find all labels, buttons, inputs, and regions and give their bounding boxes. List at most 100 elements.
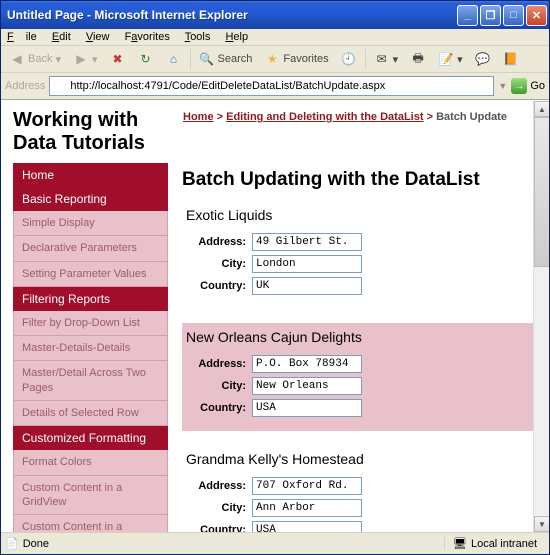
nav-item[interactable]: Declarative Parameters	[13, 236, 168, 261]
country-label: Country:	[186, 402, 252, 414]
address-bar: Address ▼ →Go	[1, 73, 549, 100]
address-label: Address:	[186, 236, 252, 248]
stop-icon: ✖	[110, 51, 126, 67]
vertical-scrollbar[interactable]: ▲ ▼	[533, 101, 549, 532]
nav-item[interactable]: Custom Content in a GridView	[13, 476, 168, 516]
scroll-thumb[interactable]	[534, 117, 549, 267]
toolbar: ◀Back ▾ ▶▾ ✖ ↻ ⌂ 🔍Search ★Favorites 🕘 ✉▾…	[1, 46, 549, 73]
breadcrumb-home[interactable]: Home	[183, 111, 214, 123]
toolbar-separator	[190, 49, 191, 69]
nav-header[interactable]: Home	[13, 163, 168, 187]
research-icon: 📙	[503, 51, 519, 67]
go-icon: →	[511, 78, 527, 94]
toolbar-separator	[365, 49, 366, 69]
mail-button[interactable]: ✉▾	[370, 49, 403, 69]
status-text: Done	[23, 538, 49, 550]
form-row: Country:	[186, 521, 533, 532]
address-input[interactable]	[49, 76, 494, 96]
nav-item[interactable]: Setting Parameter Values	[13, 262, 168, 287]
nav-item[interactable]: Custom Content in a DetailsView	[13, 515, 168, 532]
address-input[interactable]	[252, 477, 362, 495]
menu-view[interactable]: View	[86, 31, 110, 43]
supplier-name: Grandma Kelly's Homestead	[186, 451, 533, 467]
maximize-button[interactable]: □	[503, 5, 524, 26]
country-input[interactable]	[252, 399, 362, 417]
nav-item[interactable]: Simple Display	[13, 211, 168, 236]
home-button[interactable]: ⌂	[162, 49, 186, 69]
stop-button[interactable]: ✖	[106, 49, 130, 69]
nav-item[interactable]: Details of Selected Row	[13, 401, 168, 426]
forward-button[interactable]: ▶▾	[69, 49, 102, 69]
country-label: Country:	[186, 280, 252, 292]
nav-item[interactable]: Filter by Drop-Down List	[13, 311, 168, 336]
form-row: Address:	[186, 233, 533, 251]
menu-help[interactable]: Help	[225, 31, 248, 43]
menu-favorites[interactable]: Favorites	[125, 31, 170, 43]
supplier-block: Exotic LiquidsAddress:City:Country:	[182, 201, 537, 309]
restore-button[interactable]: ❐	[480, 5, 501, 26]
menu-tools[interactable]: Tools	[185, 31, 211, 43]
supplier-name: Exotic Liquids	[186, 207, 533, 223]
form-row: Address:	[186, 477, 533, 495]
site-title: Working with Data Tutorials	[13, 109, 183, 155]
nav-item[interactable]: Master/Detail Across Two Pages	[13, 361, 168, 401]
address-label: Address:	[186, 358, 252, 370]
nav-header[interactable]: Basic Reporting	[13, 187, 168, 211]
form-row: City:	[186, 377, 533, 395]
minimize-button[interactable]: _	[457, 5, 478, 26]
search-icon: 🔍	[199, 51, 215, 67]
status-bar: 📄 Done 🖥 Local intranet	[1, 532, 549, 554]
nav-item[interactable]: Master-Details-Details	[13, 336, 168, 361]
discuss-button[interactable]: 💬	[471, 49, 495, 69]
nav-header[interactable]: Filtering Reports	[13, 287, 168, 311]
go-button[interactable]: →Go	[511, 78, 545, 94]
city-input[interactable]	[252, 499, 362, 517]
history-button[interactable]: 🕘	[337, 49, 361, 69]
research-button[interactable]: 📙	[499, 49, 523, 69]
country-label: Country:	[186, 524, 252, 532]
back-button[interactable]: ◀Back ▾	[5, 49, 65, 69]
window-title: Untitled Page - Microsoft Internet Explo…	[7, 8, 455, 22]
menu-edit[interactable]: Edit	[52, 31, 71, 43]
edit-button[interactable]: 📝▾	[434, 49, 467, 69]
nav-header[interactable]: Customized Formatting	[13, 426, 168, 450]
breadcrumb: Home > Editing and Deleting with the Dat…	[183, 107, 537, 157]
country-input[interactable]	[252, 277, 362, 295]
scroll-down-icon[interactable]: ▼	[534, 516, 549, 532]
refresh-icon: ↻	[138, 51, 154, 67]
menu-file[interactable]: File	[7, 31, 37, 43]
mail-icon: ✉	[374, 51, 390, 67]
back-icon: ◀	[9, 51, 25, 67]
close-button[interactable]: ✕	[526, 5, 547, 26]
city-input[interactable]	[252, 377, 362, 395]
edit-icon: 📝	[438, 51, 454, 67]
main-content: Batch Updating with the DataList Exotic …	[182, 163, 537, 532]
print-button[interactable]: 🖶	[406, 49, 430, 69]
menu-bar: File Edit View Favorites Tools Help	[1, 29, 549, 46]
scroll-up-icon[interactable]: ▲	[534, 101, 549, 117]
refresh-button[interactable]: ↻	[134, 49, 158, 69]
form-row: Country:	[186, 399, 533, 417]
done-icon: 📄	[5, 537, 19, 550]
security-zone: 🖥 Local intranet	[444, 537, 545, 550]
supplier-block: New Orleans Cajun DelightsAddress:City:C…	[182, 323, 537, 431]
supplier-block: Grandma Kelly's Homestead Address: City: Co…	[182, 445, 537, 532]
forward-icon: ▶	[73, 51, 89, 67]
sidebar-nav: HomeBasic ReportingSimple DisplayDeclara…	[13, 163, 168, 532]
address-dropdown-icon[interactable]: ▼	[498, 81, 507, 91]
address-input[interactable]	[252, 233, 362, 251]
star-icon: ★	[264, 51, 280, 67]
city-input[interactable]	[252, 255, 362, 273]
nav-item[interactable]: Format Colors	[13, 450, 168, 475]
address-label: Address	[5, 80, 45, 92]
search-button[interactable]: 🔍Search	[195, 49, 257, 69]
print-icon: 🖶	[410, 51, 426, 67]
breadcrumb-current: Batch Update	[436, 111, 507, 123]
form-row: City:	[186, 499, 533, 517]
discuss-icon: 💬	[475, 51, 491, 67]
favorites-button[interactable]: ★Favorites	[260, 49, 332, 69]
form-row: Address:	[186, 355, 533, 373]
breadcrumb-section[interactable]: Editing and Deleting with the DataList	[226, 111, 423, 123]
address-input[interactable]	[252, 355, 362, 373]
country-input[interactable]	[252, 521, 362, 532]
